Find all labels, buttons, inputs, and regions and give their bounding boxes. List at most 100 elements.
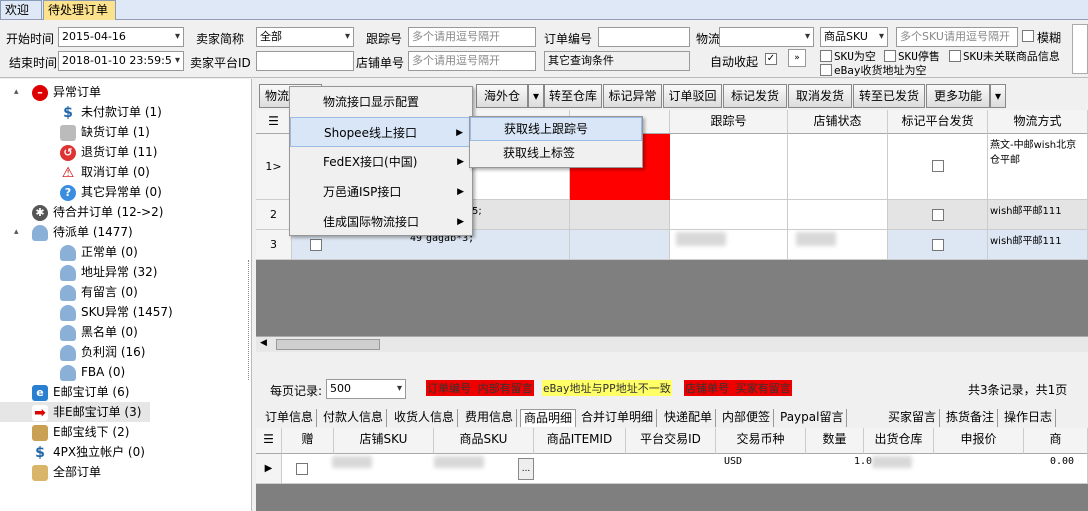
detail-col-header[interactable]: 申报价 <box>934 428 1024 454</box>
cancel-ship-button[interactable]: 取消发货 <box>788 84 852 108</box>
col-shop-status[interactable]: 店铺状态 <box>788 110 888 134</box>
overseas-warehouse-button[interactable]: 海外仓 <box>476 84 528 108</box>
tree-node[interactable]: ? 其它异常单 (0) <box>0 182 250 202</box>
tab-pending-orders[interactable]: 待处理订单 <box>43 0 116 20</box>
detail-row-checkbox[interactable] <box>296 463 308 475</box>
collapse-chevron-icon[interactable]: » <box>788 49 806 67</box>
row-3-mark-checkbox[interactable] <box>932 239 944 251</box>
reject-order-button[interactable]: 订单驳回 <box>663 84 722 108</box>
product-sku-picker-button[interactable]: ... <box>518 458 534 480</box>
shop-no-input[interactable]: 多个请用逗号隔开 <box>408 51 536 71</box>
detail-col-header[interactable]: 商 <box>1024 428 1088 454</box>
col-logistics[interactable]: 物流方式 <box>988 110 1088 134</box>
row-2-logistics[interactable]: wish邮平邮111 <box>988 200 1088 230</box>
detail-col-header[interactable]: 数量 <box>806 428 864 454</box>
tree-node[interactable]: ⚠ 取消订单 (0) <box>0 162 250 182</box>
detail-col-header[interactable]: 店铺SKU <box>334 428 434 454</box>
sku-empty-checkbox[interactable] <box>820 50 832 62</box>
detail-col-header[interactable]: 赠 <box>282 428 334 454</box>
start-time-picker[interactable]: 2015-04-16 <box>58 27 184 47</box>
detail-row-pointer-icon[interactable]: ▶ <box>256 454 282 484</box>
more-dropdown-icon[interactable]: ▾ <box>990 84 1006 108</box>
tree-node[interactable]: 缺货订单 (1) <box>0 122 250 142</box>
tracking-input[interactable]: 多个请用逗号隔开 <box>408 27 536 47</box>
tree-splitter[interactable] <box>248 260 252 380</box>
more-functions-button[interactable]: 更多功能 <box>926 84 990 108</box>
sku-unlinked-checkbox[interactable] <box>949 50 961 62</box>
sku-stop-checkbox[interactable] <box>884 50 896 62</box>
scroll-thumb[interactable] <box>276 339 380 350</box>
ebay-addr-checkbox[interactable] <box>820 64 832 76</box>
tree-node[interactable]: ➡ 非E邮宝订单 (3) <box>0 402 150 422</box>
per-page-select[interactable]: 500 <box>326 379 406 399</box>
tree-node[interactable]: E邮宝线下 (2) <box>0 422 250 442</box>
tree-node[interactable]: FBA (0) <box>0 362 250 382</box>
tree-node[interactable]: ✱ 待合并订单 (12->2) <box>0 202 250 222</box>
overseas-dropdown-icon[interactable]: ▾ <box>528 84 544 108</box>
seller-short-select[interactable]: 全部 <box>256 27 354 47</box>
row-2-mark-checkbox[interactable] <box>932 209 944 221</box>
detail-menu-icon[interactable]: ☰ <box>256 428 282 454</box>
tree-node[interactable]: 黑名单 (0) <box>0 322 250 342</box>
tree-node[interactable]: $4PX独立帐户 (0) <box>0 442 250 462</box>
detail-tab[interactable]: 商品明细 <box>520 409 577 427</box>
detail-col-header[interactable]: 商品ITEMID <box>534 428 626 454</box>
row-3-logistics[interactable]: wish邮平邮111 <box>988 230 1088 260</box>
sku-type-select[interactable]: 商品SKU <box>820 27 888 47</box>
tree-node[interactable]: 地址异常 (32) <box>0 262 250 282</box>
row-2-status[interactable] <box>788 200 888 230</box>
row-1-number[interactable]: 1> <box>256 134 292 200</box>
menu-shopee[interactable]: Shopee线上接口 ▶ <box>290 117 472 147</box>
row-1-logistics[interactable]: 燕文-中邮wish北京仓平邮 <box>988 134 1088 200</box>
horizontal-scrollbar[interactable]: ◀ <box>256 336 1088 352</box>
to-warehouse-button[interactable]: 转至仓库 <box>544 84 602 108</box>
auto-collapse-checkbox[interactable]: ✓ <box>765 53 777 65</box>
tree-node[interactable]: 待派单 (1477) ▴ <box>0 222 250 242</box>
grid-menu-icon[interactable]: ☰ <box>256 110 292 134</box>
detail-col-header[interactable]: 商品SKU <box>434 428 534 454</box>
tree-node[interactable]: – 异常订单 ▴ <box>0 82 250 102</box>
row-1-tracking[interactable] <box>670 134 788 200</box>
menu-get-label[interactable]: 获取线上标签 <box>470 141 642 165</box>
row-3-cell[interactable] <box>570 230 670 260</box>
row-3-number[interactable]: 3 <box>256 230 292 260</box>
detail-tab[interactable]: 收货人信息 <box>391 409 459 427</box>
row-2-tracking[interactable] <box>670 200 788 230</box>
tree-node[interactable]: 负利润 (16) <box>0 342 250 362</box>
tree-expand-icon[interactable]: ▴ <box>14 222 19 242</box>
detail-col-header[interactable]: 出货仓库 <box>864 428 934 454</box>
tree-node[interactable]: ↺ 退货订单 (11) <box>0 142 250 162</box>
mark-abnormal-button[interactable]: 标记异常 <box>603 84 662 108</box>
detail-tab[interactable]: 内部便签 <box>719 409 775 427</box>
sku-input[interactable]: 多个SKU请用逗号隔开 <box>896 27 1018 47</box>
platform-id-input[interactable] <box>256 51 354 71</box>
col-mark-platform[interactable]: 标记平台发货 <box>888 110 988 134</box>
menu-get-tracking[interactable]: 获取线上跟踪号 <box>470 117 642 141</box>
tree-node[interactable]: 正常单 (0) <box>0 242 250 262</box>
row-2-cell[interactable] <box>570 200 670 230</box>
row-2-number[interactable]: 2 <box>256 200 292 230</box>
row-1-mark-checkbox[interactable] <box>932 160 944 172</box>
tree-node[interactable]: SKU异常 (1457) <box>0 302 250 322</box>
scroll-left-icon[interactable]: ◀ <box>260 338 267 348</box>
fuzzy-checkbox[interactable] <box>1022 30 1034 42</box>
col-tracking[interactable]: 跟踪号 <box>670 110 788 134</box>
menu-winit[interactable]: 万邑通ISP接口 ▶ <box>290 177 472 207</box>
tree-node[interactable]: 全部订单 <box>0 462 250 482</box>
tree-expand-icon[interactable]: ▴ <box>14 82 19 102</box>
other-query-button[interactable]: 其它查询条件 <box>544 51 690 71</box>
row-3-checkbox[interactable] <box>310 239 322 251</box>
menu-fedex[interactable]: FedEX接口(中国) ▶ <box>290 147 472 177</box>
order-no-input[interactable] <box>598 27 690 47</box>
detail-tab[interactable]: 操作日志 <box>1001 409 1057 427</box>
end-time-picker[interactable]: 2018-01-10 23:59:5 <box>58 51 184 71</box>
detail-tab[interactable]: 订单信息 <box>262 409 318 427</box>
to-shipped-button[interactable]: 转至已发货 <box>853 84 925 108</box>
detail-tab[interactable]: Paypal留言 <box>777 409 848 427</box>
menu-jiacheng[interactable]: 佳成国际物流接口 ▶ <box>290 207 472 237</box>
logistics-select[interactable] <box>719 27 814 47</box>
detail-tab[interactable]: 费用信息 <box>462 409 518 427</box>
tree-node[interactable]: $ 未付款订单 (1) <box>0 102 250 122</box>
detail-tab[interactable]: 付款人信息 <box>320 409 388 427</box>
detail-col-header[interactable]: 交易币种 <box>716 428 806 454</box>
